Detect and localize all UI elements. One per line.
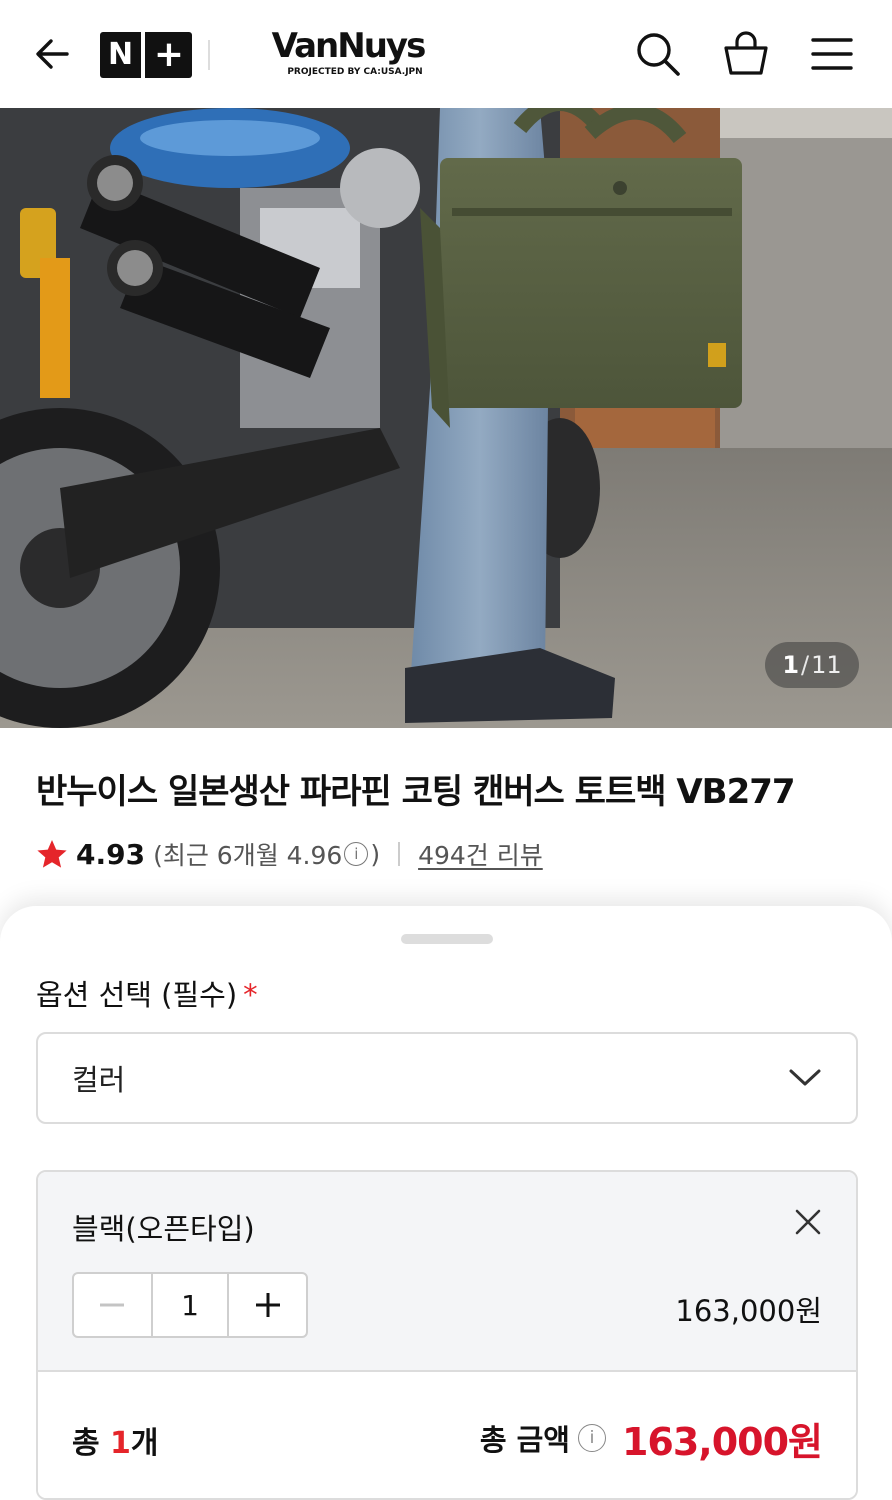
recent-rating: (최근 6개월 4.96 i ) [153,836,380,872]
back-arrow-icon [36,39,69,69]
image-counter-separator: / [801,651,810,679]
brand-name: VanNuys [271,26,427,66]
image-counter: 1 / 11 [765,642,859,688]
color-select-value: 컬러 [72,1063,126,1097]
nplus-logo-n: N [108,37,133,72]
product-photo [0,108,892,728]
selected-option-name: 블랙(오픈타입) [72,1212,255,1246]
total-amount: 163,000원 [621,1419,823,1464]
recent-rating-text: (최근 6개월 4.96 [153,841,343,870]
nplus-logo[interactable]: N + [100,32,192,78]
info-icon[interactable]: i [344,842,369,866]
minus-icon [100,1303,125,1307]
cart-button[interactable] [720,28,772,80]
increase-button[interactable] [229,1274,306,1336]
brand-tagline: PROJECTED BY CA:USA.JPN [287,67,423,77]
total-count-prefix: 총 [72,1426,111,1461]
header-divider [208,40,210,70]
selected-option-box: 블랙(오픈타입) 1 163,000원 총 1개 총 금액 i 163,000원 [36,1170,858,1500]
total-count-number: 1 [110,1426,131,1461]
review-count-link[interactable]: 494건 리뷰 [418,836,543,872]
top-header: N + VanNuys PROJECTED BY CA:USA.JPN [0,0,892,108]
brand-logo[interactable]: VanNuys PROJECTED BY CA:USA.JPN [238,26,458,82]
option-label: 옵션 선택 (필수) * [36,972,258,1014]
color-select[interactable]: 컬러 [36,1032,858,1124]
image-counter-total: 11 [811,651,842,679]
shopping-bag-icon [724,31,768,75]
nplus-logo-plus: + [153,34,184,75]
option-price: 163,000원 [675,1294,822,1328]
hamburger-menu-icon [811,38,853,70]
search-button[interactable] [632,28,684,80]
quantity-stepper: 1 [72,1272,308,1338]
option-label-text: 옵션 선택 (필수) [36,978,238,1012]
required-mark: * [243,978,258,1012]
total-count-suffix: 개 [130,1426,159,1461]
plus-icon [255,1293,280,1317]
close-icon [795,1209,821,1235]
image-counter-current: 1 [782,651,800,679]
total-info-icon[interactable]: i [577,1424,606,1452]
product-title: 반누이스 일본생산 파라핀 코팅 캔버스 토트백 VB277 [36,772,796,812]
back-button[interactable] [28,30,76,78]
recent-rating-close: ) [370,839,381,869]
menu-button[interactable] [806,28,858,80]
quantity-value[interactable]: 1 [150,1274,230,1336]
search-icon [637,33,680,76]
product-image[interactable] [0,108,892,728]
chevron-down-icon [789,1069,821,1086]
total-row: 총 1개 총 금액 i 163,000원 [38,1374,856,1498]
selected-option-panel: 블랙(오픈타입) 1 163,000원 [38,1172,856,1372]
nplus-logo-separator [140,32,145,78]
total-count: 총 1개 [72,1418,159,1462]
sheet-drag-handle[interactable] [401,934,493,944]
rating-score: 4.93 [76,837,146,871]
decrease-button[interactable] [74,1274,151,1336]
rating-row: 4.93 (최근 6개월 4.96 i ) 494건 리뷰 [36,834,543,874]
total-amount-group: 총 금액 i 163,000원 [479,1408,823,1468]
total-amount-label: 총 금액 [479,1423,570,1457]
option-bottom-sheet: 옵션 선택 (필수) * 컬러 블랙(오픈타입) 1 163,000원 총 1개… [0,906,892,1500]
remove-option-button[interactable] [790,1204,826,1240]
rating-divider [398,842,401,866]
star-icon [37,840,67,868]
